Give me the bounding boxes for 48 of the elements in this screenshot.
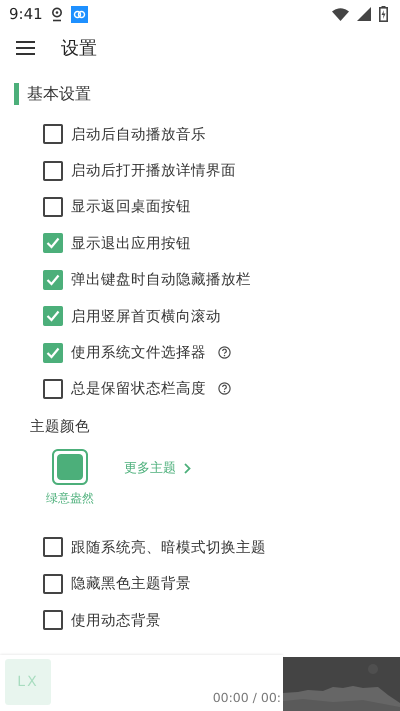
checkbox[interactable] [43, 270, 63, 290]
option-label[interactable]: 跟随系统亮、暗模式切换主题 [71, 538, 266, 557]
checkbox[interactable] [43, 233, 63, 254]
checkbox[interactable] [43, 160, 63, 181]
theme-swatch[interactable] [52, 449, 88, 486]
location-pin-icon [50, 6, 63, 22]
help-icon[interactable] [218, 346, 231, 360]
theme-name: 绿意盎然 [46, 490, 94, 508]
battery-icon [379, 6, 388, 22]
option-row[interactable]: 启动后自动播放音乐 [0, 116, 400, 152]
theme-section-title: 主题颜色 [30, 418, 91, 438]
checkbox[interactable] [43, 378, 63, 399]
option-label[interactable]: 弹出键盘时自动隐藏播放栏 [71, 270, 251, 290]
option-row[interactable]: 总是保留状态栏高度 [0, 370, 400, 408]
checkbox[interactable] [43, 342, 63, 363]
help-icon[interactable] [218, 382, 231, 396]
checkbox[interactable] [43, 537, 63, 558]
checkbox[interactable] [43, 124, 63, 144]
playback-time: 00:00 / 00: [212, 690, 281, 705]
option-row[interactable]: 显示退出应用按钮 [0, 225, 400, 262]
option-row[interactable]: 使用系统文件选择器 [0, 334, 400, 371]
option-label[interactable]: 使用动态背景 [71, 610, 161, 630]
option-row[interactable]: 启动后打开播放详情界面 [0, 152, 400, 189]
signal-icon [357, 7, 371, 21]
chevron-icon [184, 462, 191, 474]
checkbox[interactable] [43, 574, 63, 594]
section-title: 基本设置 [27, 84, 91, 104]
option-row[interactable]: 弹出键盘时自动隐藏播放栏 [0, 262, 400, 298]
option-label[interactable]: 使用系统文件选择器 [71, 343, 206, 362]
checkbox[interactable] [43, 610, 63, 630]
option-label[interactable]: 显示退出应用按钮 [71, 234, 191, 253]
page-title: 设置 [61, 37, 97, 60]
checkbox[interactable] [43, 306, 63, 326]
app-logo: LX [5, 659, 51, 705]
clock: 9:41 [9, 5, 43, 23]
option-label[interactable]: 隐藏黑色主题背景 [71, 574, 191, 594]
option-label[interactable]: 启用竖屏首页横向滚动 [71, 306, 221, 326]
wifi-icon [332, 8, 349, 20]
app-notification-icon [70, 6, 88, 22]
menu-button[interactable] [16, 41, 35, 55]
option-label[interactable]: 启动后打开播放详情界面 [71, 161, 236, 180]
checkbox[interactable] [43, 196, 63, 217]
option-label[interactable]: 显示返回桌面按钮 [71, 197, 191, 216]
section-marker [14, 83, 19, 105]
option-row[interactable]: 启用竖屏首页横向滚动 [0, 298, 400, 334]
option-row[interactable]: 显示返回桌面按钮 [0, 188, 400, 226]
option-label[interactable]: 总是保留状态栏高度 [71, 379, 206, 398]
option-label[interactable]: 启动后自动播放音乐 [71, 124, 206, 144]
